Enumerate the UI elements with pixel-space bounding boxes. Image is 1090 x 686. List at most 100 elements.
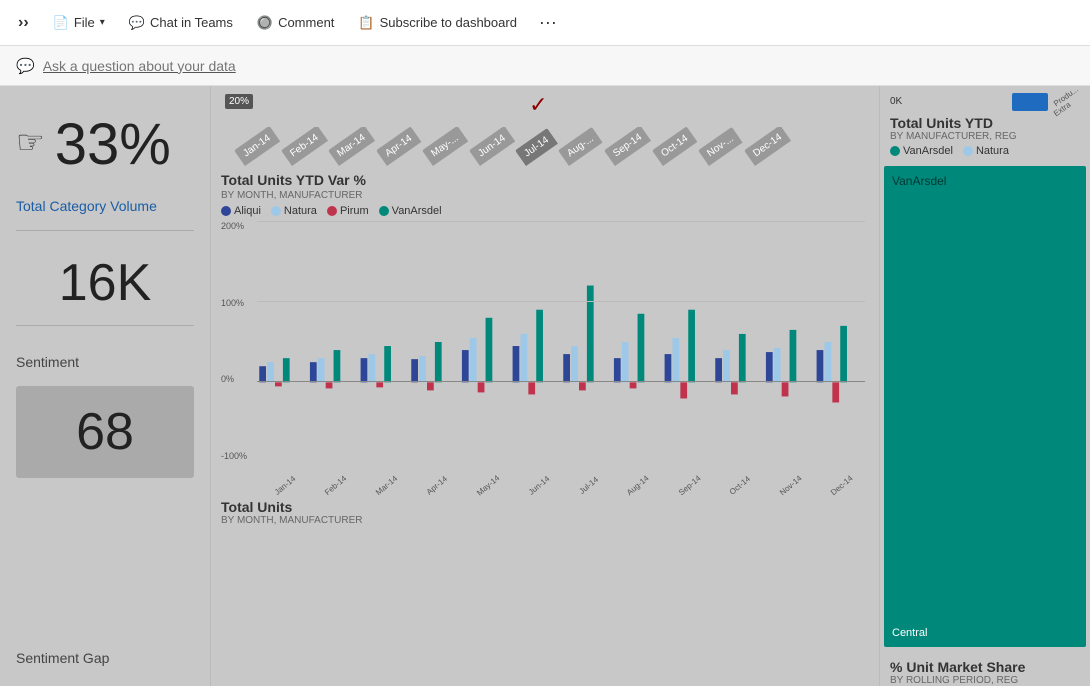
bar-aug-pirum [630,382,637,388]
toolbar: ›› 📄 File ▾ 💬 Chat in Teams 🔘 Comment 📋 … [0,0,1090,46]
bar-may-pirum [478,382,485,392]
bar-nov-pirum [782,382,789,396]
chat-icon: 💬 [129,15,145,31]
month-tab-jun[interactable]: Jun-14 [469,127,515,166]
bar-nov-aliqui [766,352,773,382]
right-legend: VanArsdel Natura [890,145,1080,157]
legend-pirum: Pirum [327,205,369,217]
bar-apr-aliqui [411,359,418,382]
bar-feb-pirum [326,382,333,388]
ellipsis-icon: ··· [539,12,557,33]
file-label: File [74,15,95,30]
mid-panel: 20% ✓ Jan-14 Feb-14 Mar-14 Apr-14 May-..… [210,86,880,686]
more-options-button[interactable]: ··· [531,6,565,39]
grid-200 [257,221,865,222]
comment-button[interactable]: 🔘 Comment [247,9,345,37]
right-bottom-title: % Unit Market Share [890,659,1080,675]
hand-pointer-icon: ☞ [16,123,45,161]
chevron-down-icon: ▾ [100,17,105,28]
y-label-0: 0% [221,374,253,384]
bar-jun-aliqui [513,346,520,382]
sentiment-label: Sentiment [16,354,194,370]
y-label-neg100: -100% [221,451,253,461]
right-chart-title: Total Units YTD [890,115,1080,131]
bar-dec-pirum [832,382,839,402]
month-tab-oct[interactable]: Oct-14 [652,127,697,166]
bar-oct-aliqui [715,358,722,382]
comment-label: Comment [278,15,334,30]
legend-vanarsdel: VanArsdel [379,205,442,217]
month-tab-mar[interactable]: Mar-14 [328,127,375,166]
search-input[interactable] [43,58,1074,74]
percent-value: 33% [55,116,171,174]
total-units-title: Total Units [221,499,363,515]
file-button[interactable]: 📄 File ▾ [43,9,115,37]
bar-feb-vanarsdel [334,350,341,382]
month-tab-sep[interactable]: Sep-14 [604,127,651,166]
bar-nov-natura [774,348,781,382]
natura-legend-label: Natura [976,145,1009,157]
grid-100 [257,301,865,302]
legend-vanarsdel-right: VanArsdel [890,145,953,157]
bar-chart: 200% 100% 0% -100% [221,221,869,491]
bar-sep-pirum [680,382,687,398]
question-icon: 💬 [16,57,35,75]
grid-0 [257,381,865,382]
subscribe-label: Subscribe to dashboard [380,15,517,30]
chat-label: Chat in Teams [150,15,233,30]
legend-dot-natura [271,206,281,216]
bar-apr-vanarsdel [435,342,442,382]
month-tab-apr[interactable]: Apr-14 [376,127,421,166]
bar-feb-natura [318,358,325,382]
main-content: ☞ 33% Total Category Volume 16K Sentimen… [0,86,1090,686]
bar-sep-natura [672,338,679,382]
subscribe-button[interactable]: 📋 Subscribe to dashboard [348,9,527,37]
legend-label-pirum: Pirum [340,205,369,217]
month-tab-dec[interactable]: Dec-14 [744,127,791,166]
month-tab-aug[interactable]: Aug-... [558,127,603,166]
chevron-right-icon: ›› [18,14,29,32]
bar-nov-vanarsdel [790,330,797,382]
teal-bar-chart: VanArsdel Central [884,166,1086,647]
bar-mar-aliqui [361,358,368,382]
bar-feb-aliqui [310,362,317,382]
bar-aug-vanarsdel [638,314,645,383]
chart-legend: Aliqui Natura Pirum VanArsdel [221,205,869,217]
bar-oct-vanarsdel [739,334,746,382]
total-units-subtitle: BY MONTH, MANUFACTURER [221,515,363,526]
zero-k-label: 0K [890,96,902,107]
legend-label-natura: Natura [284,205,317,217]
central-label: Central [892,627,927,639]
expand-button[interactable]: ›› [8,8,39,38]
bar-sep-vanarsdel [688,310,695,383]
subscribe-icon: 📋 [358,15,374,31]
bar-apr-pirum [427,382,434,390]
month-slider[interactable]: 20% ✓ Jan-14 Feb-14 Mar-14 Apr-14 May-..… [211,86,879,166]
chat-in-teams-button[interactable]: 💬 Chat in Teams [119,9,243,37]
bar-may-vanarsdel [486,318,493,383]
legend-label-aliqui: Aliqui [234,205,261,217]
right-chart-sub: BY MANUFACTURER, REG [890,131,1080,142]
legend-label-vanarsdel: VanArsdel [392,205,442,217]
right-bottom-sub: BY ROLLING PERIOD, REG [890,675,1080,686]
right-top: 0K Produ... Extra Total Units YTD BY MAN… [880,86,1090,166]
bar-jul-aliqui [563,354,570,382]
month-tab-feb[interactable]: Feb-14 [281,127,328,166]
month-tab-may[interactable]: May-... [422,127,468,166]
dot-vanarsdel-right [890,146,900,156]
bar-jan-pirum [275,382,282,386]
bar-jun-natura [520,334,527,382]
vanarsdel-legend-label: VanArsdel [903,145,953,157]
pin-icon: ✓ [529,92,547,118]
month-tab-nov[interactable]: Nov-... [698,127,743,166]
legend-dot-aliqui [221,206,231,216]
units-value: 16K [16,257,194,309]
right-bottom: % Unit Market Share BY ROLLING PERIOD, R… [880,651,1090,686]
bar-aug-natura [622,342,629,382]
bar-may-natura [470,338,477,382]
month-tab-jan[interactable]: Jan-14 [234,127,280,166]
bar-jan-vanarsdel [283,358,290,382]
y-label-100: 100% [221,298,253,308]
month-tab-jul[interactable]: Jul-14 [515,128,558,166]
legend-natura: Natura [271,205,317,217]
